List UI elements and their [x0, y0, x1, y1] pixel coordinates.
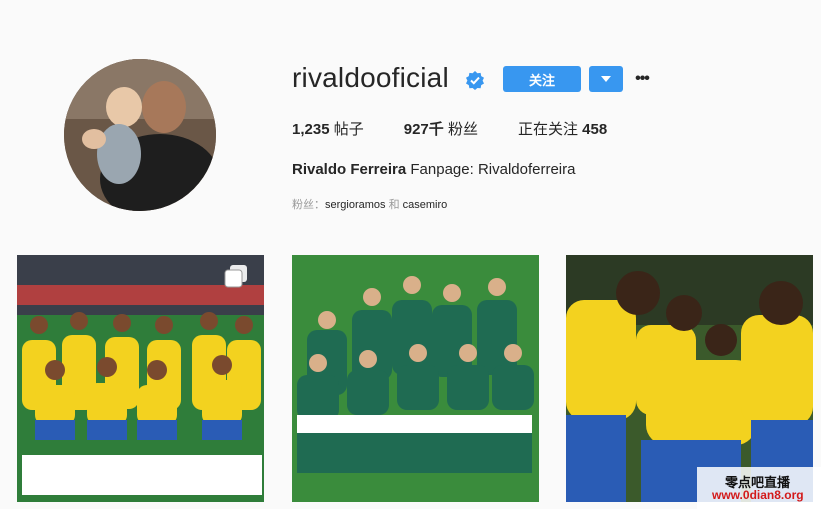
followed-by-joiner: 和	[388, 199, 400, 211]
watermark-url: www.0dian8.org	[712, 488, 804, 502]
profile-avatar[interactable]	[64, 59, 216, 211]
stat-posts-label: 帖子	[333, 121, 364, 138]
more-options-icon[interactable]: •••	[634, 69, 650, 89]
bio-name: Rivaldo Ferreira	[292, 161, 407, 178]
profile-username: rivaldooficial	[292, 62, 449, 93]
post-thumbnail[interactable]	[566, 255, 813, 502]
bio-text: Fanpage: Rivaldoferreira	[410, 161, 576, 178]
stat-following[interactable]: 正在关注 458	[518, 118, 607, 139]
follow-button[interactable]: 关注	[503, 66, 581, 92]
followed-by-label: 粉丝：	[292, 199, 325, 211]
followed-by-account[interactable]: casemiro	[403, 199, 448, 211]
stat-posts[interactable]: 1,235 帖子	[292, 118, 364, 139]
caret-down-icon	[601, 76, 611, 82]
profile-bio: Rivaldo Ferreira Fanpage: Rivaldoferreir…	[292, 161, 575, 178]
followed-by-account[interactable]: sergioramos	[325, 199, 386, 211]
stat-followers-label: 粉丝	[447, 121, 478, 138]
multiple-images-icon	[224, 265, 247, 288]
post-thumbnail[interactable]	[292, 255, 539, 502]
stat-followers-value: 927千	[403, 121, 444, 138]
stat-followers[interactable]: 927千 粉丝	[404, 118, 478, 139]
verified-badge-icon	[466, 71, 484, 90]
profile-stats: 1,235 帖子 927千 粉丝 正在关注 458	[292, 118, 647, 139]
stat-following-label: 正在关注	[517, 121, 578, 138]
stat-posts-value: 1,235	[292, 121, 330, 138]
stat-following-value: 458	[582, 121, 608, 138]
post-thumbnail[interactable]	[17, 255, 264, 502]
suggestions-dropdown-button[interactable]	[589, 66, 623, 92]
followed-by: 粉丝：sergioramos 和 casemiro	[292, 196, 447, 212]
